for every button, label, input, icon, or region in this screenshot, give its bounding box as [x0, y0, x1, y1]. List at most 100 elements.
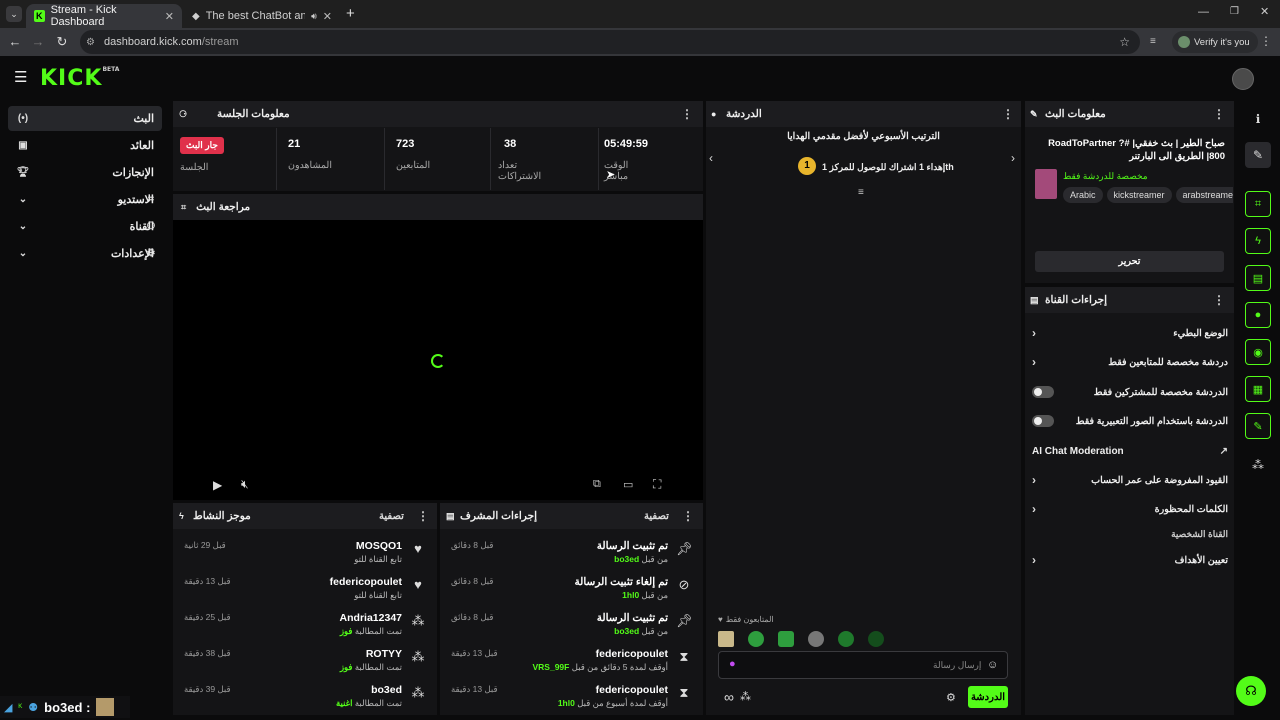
stream-title: صباح الطير | بث خفقي| #RoadToPartner ?80… [1048, 138, 1225, 162]
hourglass-icon: ⧗ [679, 685, 689, 700]
banned-words-row[interactable]: الكلمات المحظورة › [1032, 499, 1228, 519]
edit-pencil-icon[interactable]: ✎ [1245, 142, 1271, 168]
back-arrow-icon[interactable]: ← [3, 34, 27, 49]
kick-logo[interactable]: KICKBETA [40, 66, 119, 91]
pip-icon[interactable]: ⧉ [593, 478, 601, 491]
wrench-icon[interactable]: ✎ [1245, 413, 1271, 439]
theater-icon[interactable]: ▭ [623, 478, 633, 491]
tag[interactable]: Arabic [1063, 187, 1103, 203]
set-goals-row[interactable]: تعيين الأهداف › [1032, 550, 1228, 570]
prev-arrow-icon[interactable]: ‹ [709, 151, 713, 165]
more-options-icon[interactable]: ⋮ [1002, 107, 1014, 121]
user-avatar[interactable] [1232, 68, 1254, 90]
emotes-only-toggle[interactable] [1032, 415, 1054, 427]
chat-bubble-icon[interactable]: ● [1245, 302, 1271, 328]
tag[interactable]: kickstreamer [1106, 187, 1172, 203]
emote-icon[interactable] [868, 631, 884, 647]
category-name[interactable]: مخصصة للدردشة فقط [1063, 171, 1148, 182]
panel-header: ⌗ مراجعة البث [173, 194, 703, 220]
play-icon[interactable]: ▶ [213, 478, 222, 492]
verify-profile-button[interactable]: Verify it's you [1172, 31, 1258, 53]
close-tab-icon[interactable]: ✕ [323, 10, 332, 23]
bookmark-star-icon[interactable]: ☆ [1119, 35, 1130, 49]
emoji-icon[interactable]: ☺ [987, 659, 998, 671]
server-icon[interactable]: ▦ [1245, 376, 1271, 402]
sidebar-item-channel[interactable]: ⌄ القناة ⚇ [8, 214, 162, 239]
edit-stream-button[interactable]: تحرير [1035, 251, 1224, 272]
row-subtitle-text: أوقف لمدة أسبوع من قبل [574, 698, 668, 708]
sidebar-item-studio[interactable]: ⌄ الاستديو ⌗ [8, 187, 162, 212]
forward-arrow-icon[interactable]: → [26, 34, 50, 49]
points-icon[interactable]: ⁂ [1245, 452, 1271, 478]
panel-header: ⋮ إجراءات القناة ▤ [1025, 287, 1234, 313]
tab-list-button[interactable]: ⌄ [6, 6, 22, 22]
chat-input-placeholder: إرسال رسالة [933, 660, 982, 670]
close-tab-icon[interactable]: ✕ [165, 10, 174, 23]
more-options-icon[interactable]: ⋮ [417, 509, 429, 523]
followers-only-row[interactable]: دردشة مخصصة للمتابعين فقط › [1032, 352, 1228, 372]
sidebar-item-achievements[interactable]: 🏆︎ الإنجازات [8, 160, 162, 185]
media-controls-icon[interactable]: ≡ [1150, 36, 1156, 47]
chat-settings-icon[interactable]: ⚙ [946, 691, 956, 704]
emote-icon[interactable] [718, 631, 734, 647]
filter-button[interactable]: تصفية [644, 511, 669, 522]
collapse-icon[interactable]: ≡ [858, 187, 864, 198]
browser-tab-kick[interactable]: K Stream - Kick Dashboard ✕ [26, 4, 182, 28]
address-bar[interactable]: ⚙ dashboard.kick.com/stream ☆ [80, 30, 1140, 54]
subscribers-only-toggle[interactable] [1032, 386, 1054, 398]
divider [276, 128, 277, 190]
emote-icon[interactable] [748, 631, 764, 647]
restore-icon[interactable]: ❐ [1230, 6, 1239, 17]
tag[interactable]: arabstreame [1175, 187, 1233, 203]
sidebar-item-settings[interactable]: ⌄ الإعدادات ⚙ [8, 241, 162, 266]
browser-menu-icon[interactable]: ⋮ [1260, 34, 1272, 48]
more-options-icon[interactable]: ⋮ [1213, 107, 1225, 121]
divider [490, 128, 491, 190]
reload-icon[interactable]: ↻ [50, 34, 74, 50]
slow-mode-row[interactable]: الوضع البطيء › [1032, 323, 1228, 343]
more-options-icon[interactable]: ⋮ [681, 107, 693, 121]
tab-title: The best ChatBot and Widg [205, 10, 306, 22]
filter-button[interactable]: تصفية [379, 511, 404, 522]
lightning-icon[interactable]: ϟ [1245, 228, 1271, 254]
row-subtitle-text: تمت المطالبة [352, 626, 402, 636]
more-options-icon[interactable]: ⋮ [682, 509, 694, 523]
emote-icon[interactable] [778, 631, 794, 647]
more-options-icon[interactable]: ⋮ [1213, 293, 1225, 307]
clipboard-icon[interactable]: ▤ [1245, 265, 1271, 291]
points-icon[interactable]: ⁂ [740, 690, 751, 703]
info-icon[interactable]: ℹ [1245, 106, 1271, 132]
chat-input[interactable]: ☺ إرسال رسالة ● [718, 651, 1008, 679]
emotes-only-row: الدردشة باستخدام الصور التعبيرية فقط [1032, 411, 1228, 431]
new-tab-button[interactable]: + [346, 5, 355, 22]
account-age-row[interactable]: القيود المفروضة على عمر الحساب › [1032, 470, 1228, 490]
microphone-icon[interactable]: ● [729, 658, 736, 670]
panel-title: مراجعة البث [196, 201, 251, 213]
emote-icon[interactable] [808, 631, 824, 647]
minimize-icon[interactable]: — [1198, 6, 1209, 18]
ai-moderation-row[interactable]: AI Chat Moderation ↗ [1032, 441, 1228, 461]
kick-icon: K [34, 10, 45, 22]
row-title: federicopoulet [329, 576, 402, 588]
emote-icon[interactable] [838, 631, 854, 647]
infinity-icon[interactable]: ∞ [724, 689, 734, 705]
mute-icon[interactable]: 🔇︎ [241, 477, 249, 492]
sidebar-item-revenue[interactable]: ▣ العائد [8, 133, 162, 158]
panel-title: معلومات الجلسة [217, 108, 290, 120]
url-path: /stream [201, 36, 239, 48]
sidebar-item-stream[interactable]: (•) البث [8, 106, 162, 131]
window-close-icon[interactable]: ✕ [1260, 5, 1269, 18]
browser-tab-chatbot[interactable]: ◆ The best ChatBot and Widg 🔊︎ ✕ [184, 4, 340, 28]
preview-toggle-icon[interactable]: ⌗ [1245, 191, 1271, 217]
stat-label: الجلسة [180, 162, 209, 173]
server-icon: ▤ [1030, 294, 1039, 305]
send-chat-button[interactable]: الدردشة [968, 686, 1008, 708]
site-info-icon[interactable]: ⚙ [86, 37, 95, 48]
next-arrow-icon[interactable]: › [1011, 151, 1015, 165]
help-button[interactable]: ☊ [1236, 676, 1266, 706]
fullscreen-icon[interactable]: ⛶ [653, 477, 661, 492]
studio-icon: ⌗ [148, 194, 154, 205]
row-subtitle-text: تمت المطالبة [352, 662, 402, 672]
broadcast-icon[interactable]: ◉ [1245, 339, 1271, 365]
hamburger-menu-icon[interactable]: ☰ [14, 68, 27, 86]
